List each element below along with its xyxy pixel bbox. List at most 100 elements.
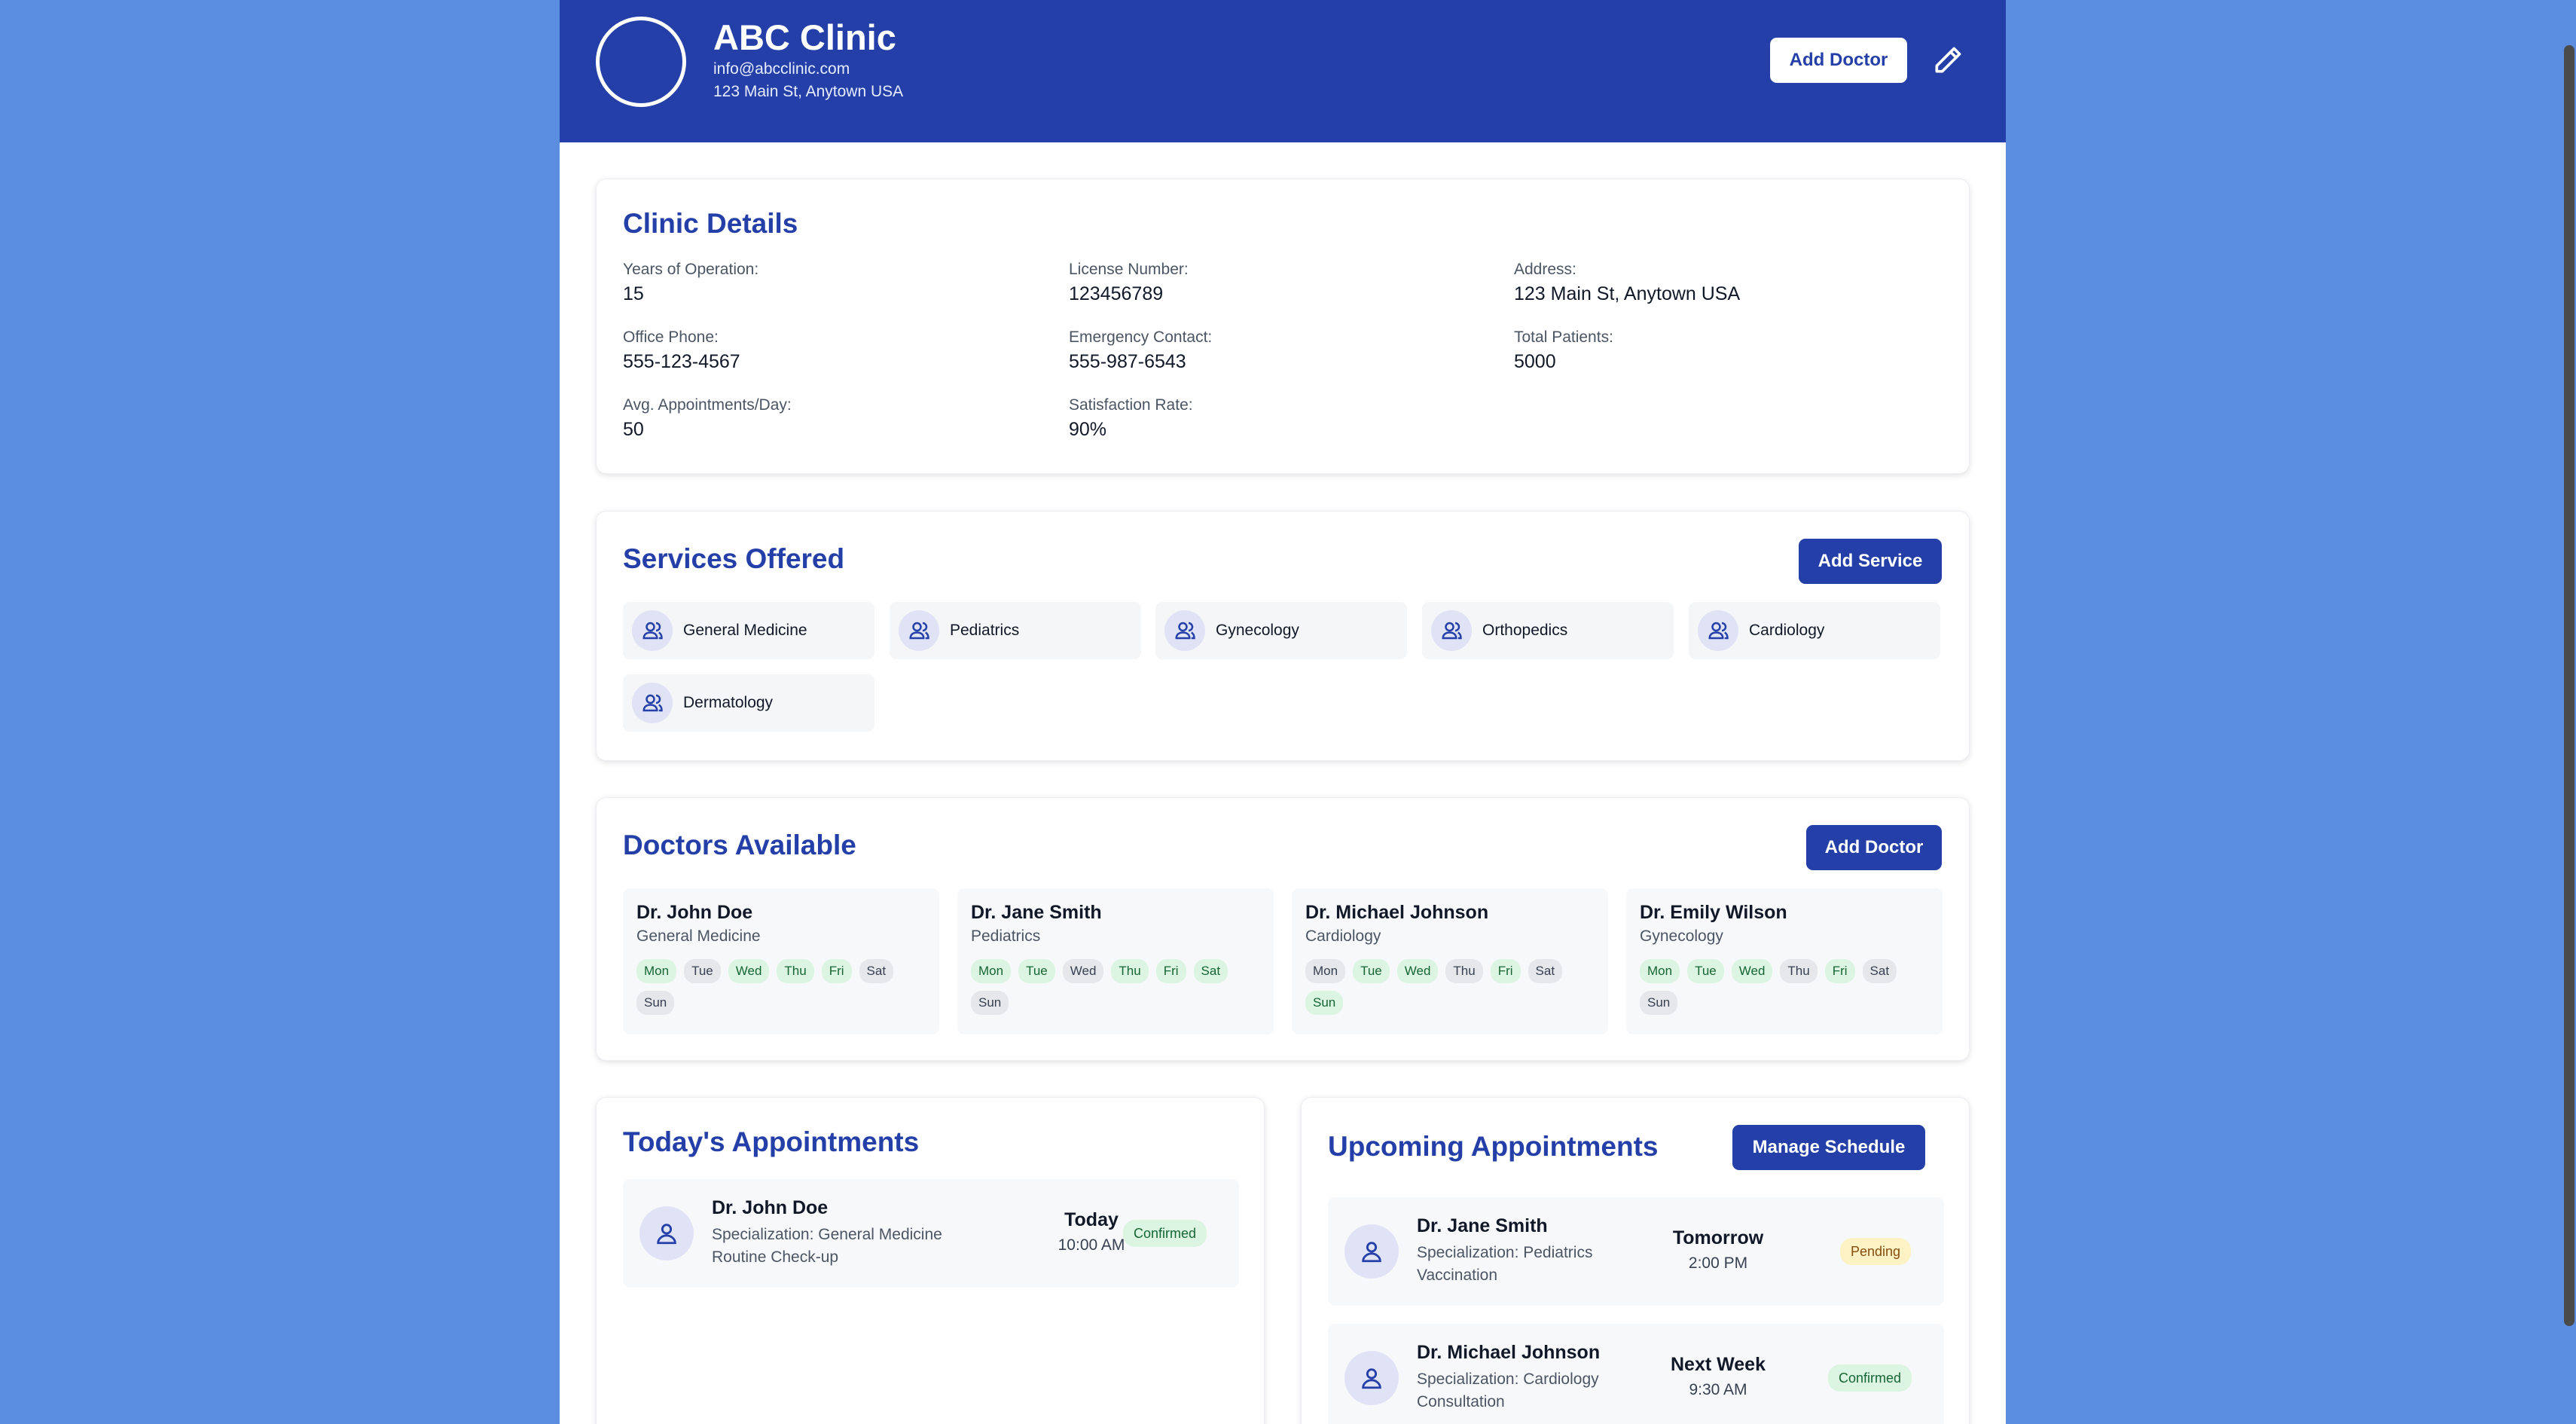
appointment-reason: Routine Check-up (712, 1248, 839, 1266)
availability-days: Mon Tue Wed Thu Fri Sat Sun (636, 959, 930, 1015)
detail-satisfaction: Satisfaction Rate: 90% (1069, 396, 1193, 441)
doctor-card[interactable]: Dr. Michael Johnson Cardiology Mon Tue Wed… (1292, 888, 1608, 1034)
services-card: Services Offered Add Service General Med… (596, 511, 1970, 761)
page-scrollbar[interactable] (2562, 0, 2576, 1424)
day-pill: Sun (1305, 991, 1344, 1015)
doctor-specialization: General Medicine (636, 927, 761, 945)
detail-avg-appointments: Avg. Appointments/Day: 50 (623, 396, 792, 441)
day-pill: Sun (1640, 991, 1678, 1015)
status-badge: Confirmed (1123, 1220, 1207, 1247)
doctor-specialization: Cardiology (1305, 927, 1381, 945)
appointment-doctor: Dr. Jane Smith (1417, 1215, 1548, 1236)
add-doctor-button[interactable]: Add Doctor (1806, 825, 1942, 870)
day-pill: Tue (1687, 959, 1724, 983)
day-pill: Wed (1396, 959, 1439, 983)
clinic-details-title: Clinic Details (623, 208, 798, 239)
detail-label: Address: (1514, 261, 1576, 278)
clinic-page: ABC Clinic info@abcclinic.com 123 Main S… (560, 0, 2006, 1424)
day-pill: Thu (1111, 959, 1149, 983)
appointment-time: 2:00 PM (1688, 1254, 1748, 1272)
day-pill: Fri (1490, 959, 1521, 983)
service-item[interactable]: Dermatology (623, 674, 874, 732)
doctors-title: Doctors Available (623, 830, 856, 860)
day-pill: Sun (636, 991, 675, 1015)
day-pill: Tue (1018, 959, 1055, 983)
detail-total-patients: Total Patients: 5000 (1514, 328, 1613, 373)
users-icon (632, 610, 673, 651)
appointment-when: Tomorrow (1672, 1227, 1764, 1248)
doctor-card[interactable]: Dr. Jane Smith Pediatrics Mon Tue Wed Thu Fr… (957, 888, 1274, 1034)
day-pill: Wed (728, 959, 770, 983)
clinic-name: ABC Clinic (713, 17, 896, 57)
user-icon (639, 1206, 694, 1261)
appointment-specialization: Specialization: General Medicine (712, 1226, 942, 1243)
doctor-name: Dr. John Doe (636, 902, 753, 923)
day-pill: Thu (1445, 959, 1483, 983)
clinic-address: 123 Main St, Anytown USA (713, 83, 904, 100)
detail-label: License Number: (1069, 261, 1189, 278)
service-item[interactable]: Cardiology (1689, 602, 1940, 659)
doctor-card[interactable]: Dr. John Doe General Medicine Mon Tue Wed T… (623, 888, 939, 1034)
header-add-doctor-button[interactable]: Add Doctor (1770, 38, 1907, 83)
availability-days: Mon Tue Wed Thu Fri Sat Sun (1305, 959, 1599, 1015)
users-icon (632, 683, 673, 723)
day-pill: Mon (971, 959, 1012, 983)
service-item[interactable]: Pediatrics (890, 602, 1141, 659)
doctor-name: Dr. Jane Smith (971, 902, 1102, 923)
day-pill: Fri (821, 959, 852, 983)
doctor-name: Dr. Emily Wilson (1640, 902, 1787, 923)
users-icon (899, 610, 939, 651)
manage-schedule-button[interactable]: Manage Schedule (1732, 1125, 1925, 1170)
service-item[interactable]: Orthopedics (1422, 602, 1674, 659)
appointment-specialization: Specialization: Pediatrics (1417, 1244, 1593, 1261)
users-icon (1431, 610, 1472, 651)
doctor-name: Dr. Michael Johnson (1305, 902, 1489, 923)
detail-value: 15 (623, 283, 644, 304)
day-pill: Sat (859, 959, 894, 983)
appointment-reason: Vaccination (1417, 1267, 1498, 1284)
scrollbar-thumb[interactable] (2564, 45, 2574, 1326)
doctors-card: Doctors Available Add Doctor Dr. John Do… (596, 797, 1970, 1061)
detail-label: Emergency Contact: (1069, 328, 1213, 346)
day-pill: Sun (971, 991, 1009, 1015)
day-pill: Wed (1731, 959, 1773, 983)
users-icon (1164, 610, 1205, 651)
detail-value: 555-123-4567 (623, 351, 740, 372)
day-pill: Mon (636, 959, 677, 983)
service-label: Dermatology (683, 694, 774, 711)
service-label: Gynecology (1216, 622, 1299, 639)
appointment-doctor: Dr. Michael Johnson (1417, 1342, 1601, 1363)
detail-address: Address: 123 Main St, Anytown USA (1514, 261, 1740, 305)
today-title: Today's Appointments (623, 1126, 920, 1157)
add-service-button[interactable]: Add Service (1799, 539, 1942, 584)
detail-emergency-contact: Emergency Contact: 555-987-6543 (1069, 328, 1212, 373)
service-item[interactable]: General Medicine (623, 602, 874, 659)
detail-label: Years of Operation: (623, 261, 759, 278)
appointment-item[interactable]: Dr. John Doe Specialization: General Med… (623, 1179, 1239, 1288)
service-item[interactable]: Gynecology (1155, 602, 1407, 659)
detail-license: License Number: 123456789 (1069, 261, 1189, 305)
detail-value: 5000 (1514, 351, 1556, 372)
day-pill: Sat (1862, 959, 1897, 983)
service-label: Pediatrics (950, 622, 1020, 639)
detail-label: Office Phone: (623, 328, 719, 346)
detail-years: Years of Operation: 15 (623, 261, 758, 305)
pencil-icon[interactable] (1931, 44, 1964, 77)
detail-value: 555-987-6543 (1069, 351, 1186, 372)
service-label: Cardiology (1749, 622, 1825, 639)
status-badge: Confirmed (1828, 1364, 1912, 1392)
appointment-specialization: Specialization: Cardiology (1417, 1371, 1599, 1388)
day-pill: Mon (1640, 959, 1680, 983)
clinic-email[interactable]: info@abcclinic.com (713, 60, 850, 78)
day-pill: Mon (1305, 959, 1346, 983)
service-label: Orthopedics (1482, 622, 1568, 639)
today-appointments-card: Today's Appointments Dr. John Doe Specia… (596, 1097, 1265, 1424)
appointment-item[interactable]: Dr. Michael Johnson Specialization: Card… (1328, 1324, 1944, 1424)
detail-value: 50 (623, 419, 644, 440)
detail-office-phone: Office Phone: 555-123-4567 (623, 328, 740, 373)
appointment-item[interactable]: Dr. Jane Smith Specialization: Pediatric… (1328, 1197, 1944, 1306)
detail-value: 123 Main St, Anytown USA (1514, 283, 1741, 304)
upcoming-title: Upcoming Appointments (1328, 1131, 1659, 1162)
upcoming-appointments-card: Upcoming Appointments Manage Schedule Dr… (1301, 1097, 1970, 1424)
doctor-card[interactable]: Dr. Emily Wilson Gynecology Mon Tue Wed Thu… (1626, 888, 1943, 1034)
